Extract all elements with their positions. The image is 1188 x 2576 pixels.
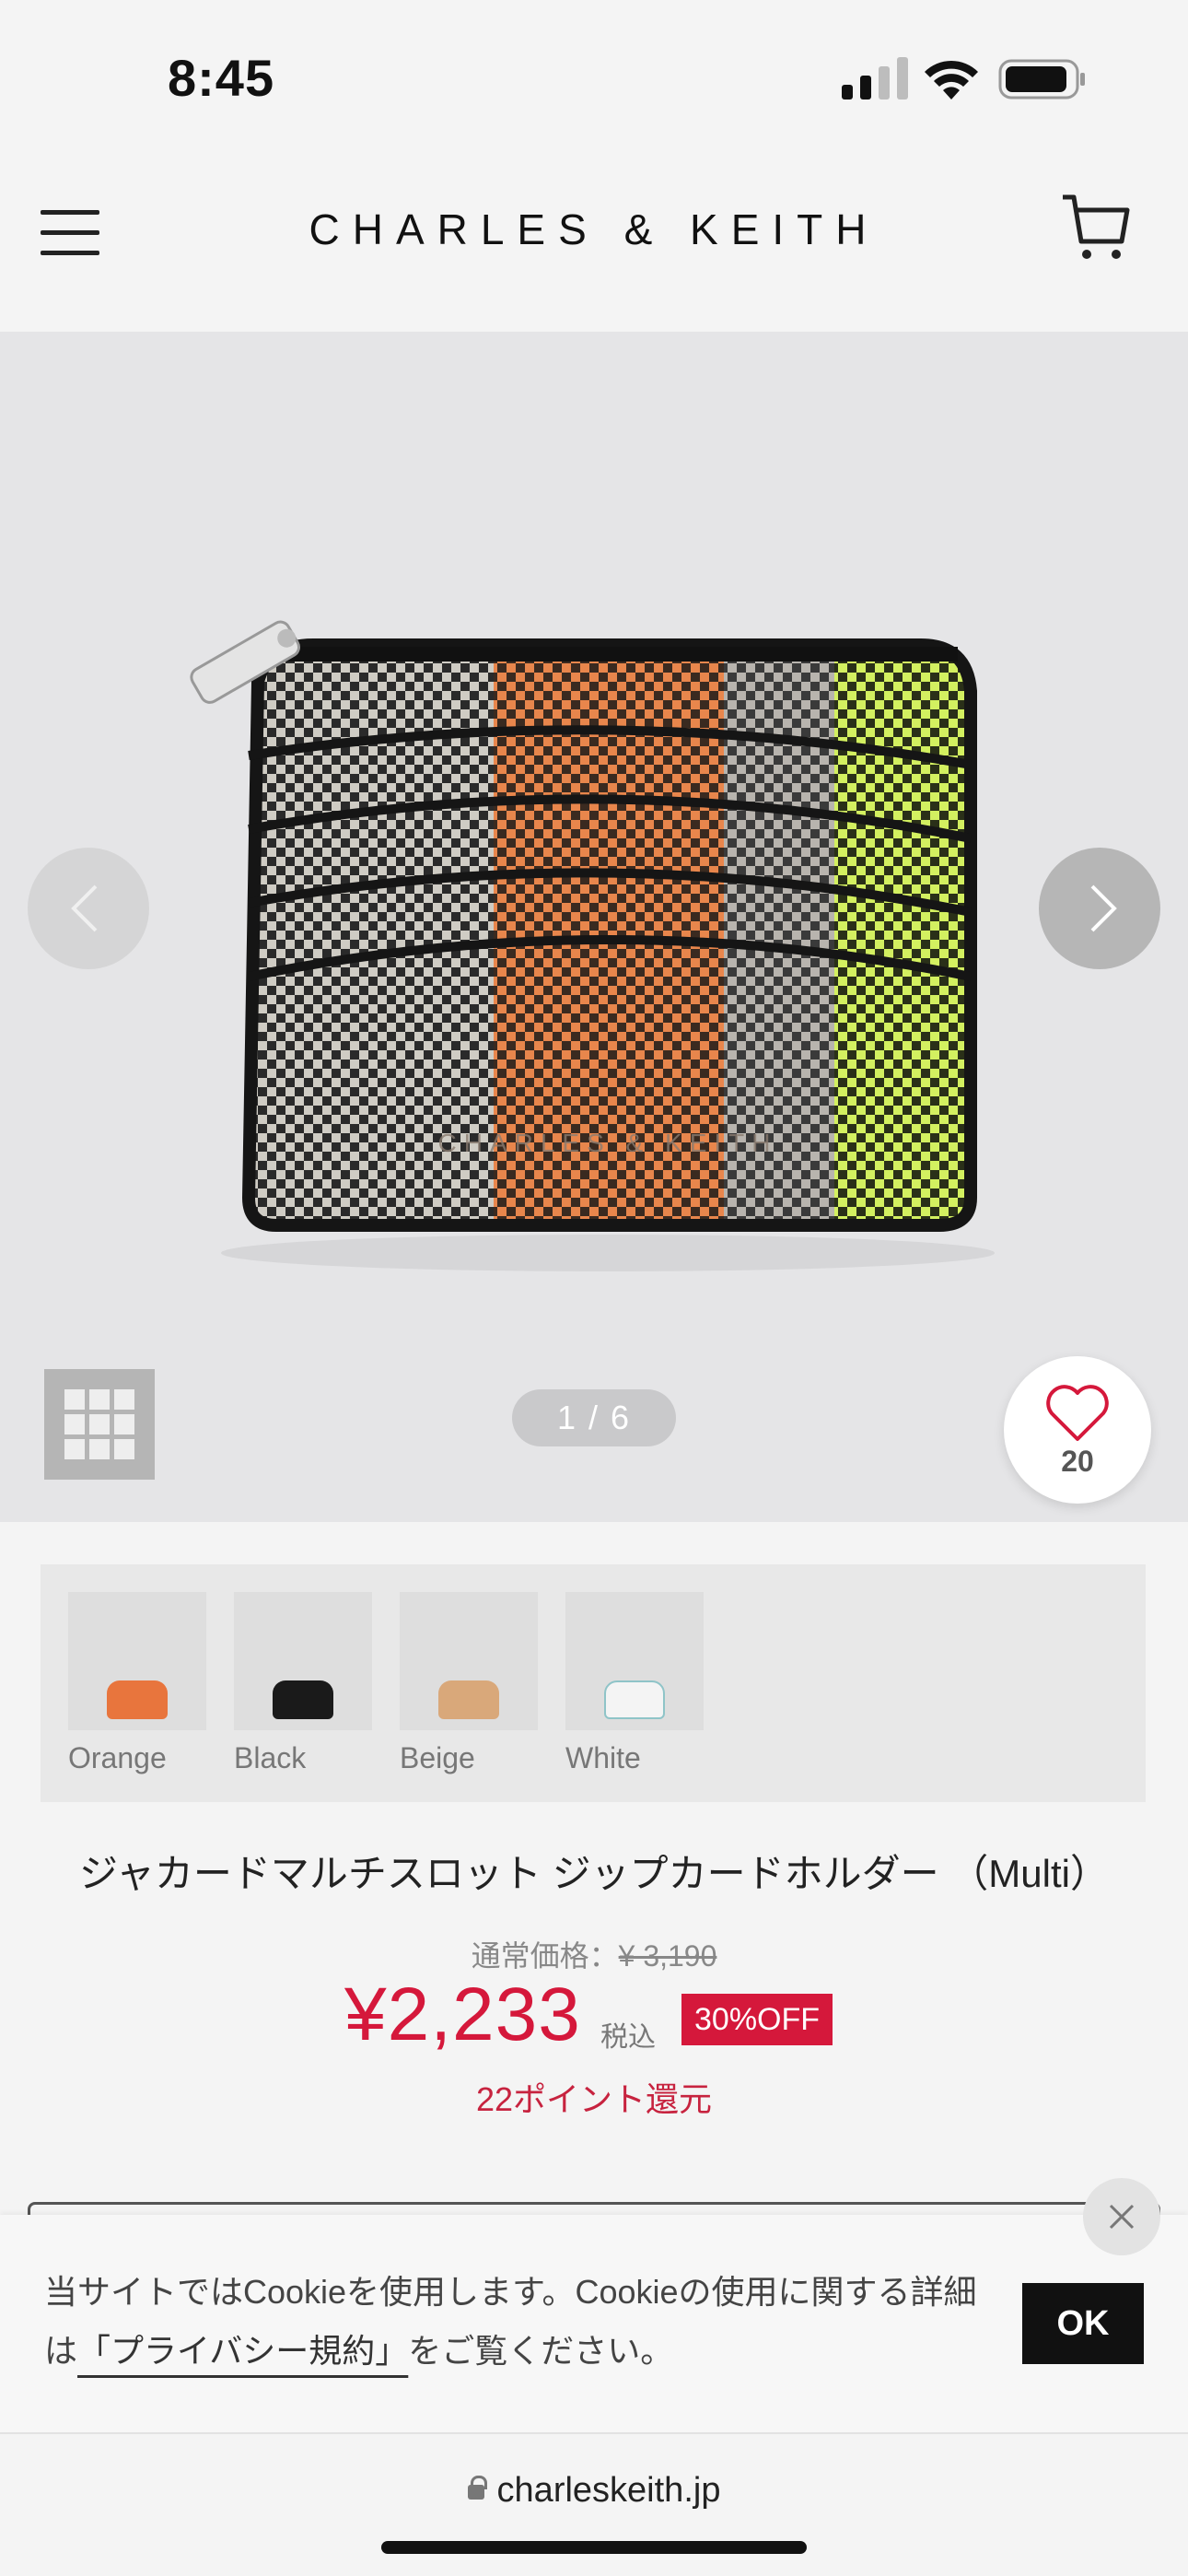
sale-price: ¥2,233 — [344, 1973, 581, 2056]
previous-image-button[interactable] — [28, 848, 149, 969]
status-bar: 8:45 — [0, 0, 1188, 147]
home-indicator[interactable] — [381, 2541, 807, 2554]
swatch-thumbnail — [68, 1592, 206, 1730]
cookie-close-button[interactable] — [1083, 2178, 1160, 2255]
url-display[interactable]: charleskeith.jp — [0, 2471, 1188, 2511]
grid-icon[interactable] — [44, 1369, 155, 1480]
image-pager: 1 / 6 — [512, 1389, 676, 1446]
regular-price-label: 通常価格： — [471, 1939, 619, 1973]
wishlist-button[interactable]: 20 — [1004, 1356, 1151, 1504]
tax-label: 税込 — [600, 2022, 656, 2053]
discount-badge: 30%OFF — [681, 1994, 833, 2045]
chevron-right-icon — [1090, 884, 1117, 932]
swatch-color-sample — [107, 1680, 168, 1719]
chevron-left-icon — [71, 884, 98, 932]
cellular-signal-icon — [842, 57, 908, 100]
browser-address-bar: charleskeith.jp — [0, 2432, 1188, 2576]
swatch-color-sample — [438, 1680, 499, 1719]
swatch-label: Beige — [400, 1741, 475, 1774]
swatch-label: Black — [234, 1741, 307, 1774]
regular-price-value: ¥ 3,190 — [618, 1939, 717, 1973]
cookie-text-after: をご覧ください。 — [408, 2332, 674, 2370]
svg-text:CHARLES & KEITH: CHARLES & KEITH — [438, 1129, 778, 1157]
battery-icon — [998, 59, 1085, 100]
product-image-gallery[interactable]: CHARLES & KEITH — [0, 332, 1188, 1522]
swatch-label: Orange — [68, 1741, 167, 1774]
like-count: 20 — [1061, 1445, 1094, 1478]
color-swatch-panel: Orange Black Beige White — [41, 1564, 1146, 1802]
swatch-color-sample — [604, 1680, 665, 1719]
brand-logo[interactable]: CHARLES & KEITH — [276, 205, 912, 254]
privacy-policy-link[interactable]: 「プライバシー規約」 — [77, 2332, 408, 2370]
status-time: 8:45 — [168, 49, 275, 107]
swatch-thumbnail — [400, 1592, 538, 1730]
heart-icon — [1046, 1385, 1109, 1441]
lock-icon — [467, 2476, 487, 2500]
product-image: CHARLES & KEITH — [190, 620, 995, 1271]
cookie-banner: 当サイトではCookieを使用します。Cookieの使用に関する詳細は「プライバ… — [0, 2215, 1188, 2432]
regular-price: 通常価格：¥ 3,190 — [0, 1933, 1188, 1975]
sale-price-row: ¥2,233 税込 30%OFF — [0, 1972, 1188, 2064]
cookie-message: 当サイトではCookieを使用します。Cookieの使用に関する詳細は「プライバ… — [44, 2263, 1002, 2381]
close-icon — [1109, 2204, 1135, 2230]
swatch-thumbnail — [565, 1592, 704, 1730]
swatch-color-sample — [273, 1680, 333, 1719]
swatch-thumbnail — [234, 1592, 372, 1730]
next-image-button[interactable] — [1039, 848, 1160, 969]
shopping-cart-icon[interactable] — [1059, 190, 1133, 263]
swatch-label: White — [565, 1741, 641, 1774]
product-title: ジャカードマルチスロット ジップカードホルダー （Multi） — [79, 1852, 1109, 1895]
points-reward: 22ポイント還元 — [475, 2080, 713, 2118]
hamburger-menu-icon[interactable] — [41, 205, 103, 260]
wifi-icon — [925, 60, 978, 100]
url-text: charleskeith.jp — [496, 2471, 721, 2510]
cookie-ok-button[interactable]: OK — [1022, 2283, 1144, 2364]
